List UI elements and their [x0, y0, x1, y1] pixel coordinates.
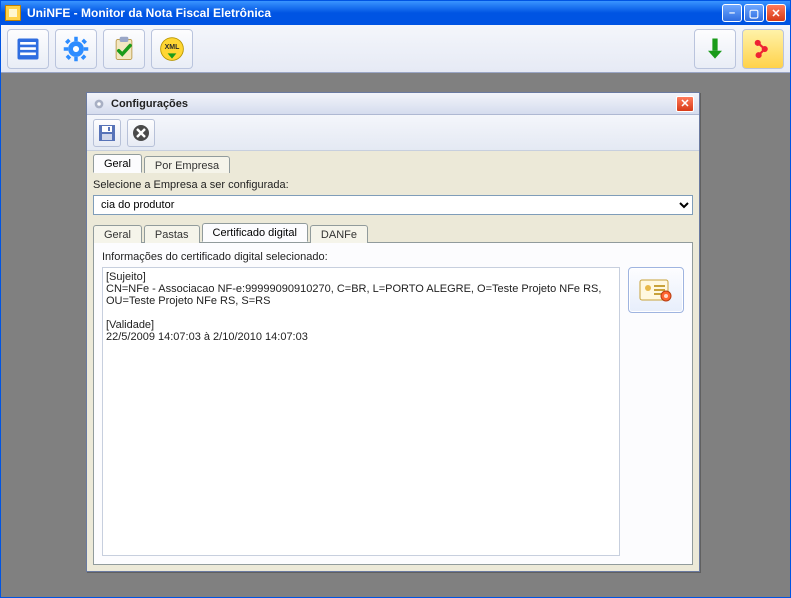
- inner-tab-panel: Informações do certificado digital selec…: [93, 242, 693, 565]
- download-button[interactable]: [694, 29, 736, 69]
- tab-label: Geral: [104, 158, 131, 170]
- mdi-area: Configurações ✕: [1, 73, 790, 597]
- minimize-button[interactable]: –: [722, 4, 742, 22]
- close-button[interactable]: ✕: [766, 4, 786, 22]
- company-select[interactable]: cia do produtor: [93, 195, 693, 215]
- gear-icon: [92, 97, 106, 111]
- tab-label: Por Empresa: [155, 160, 219, 172]
- cancel-button[interactable]: [127, 119, 155, 147]
- exit-button[interactable]: [742, 29, 784, 69]
- window-title: UniNFE - Monitor da Nota Fiscal Eletrôni…: [27, 6, 722, 20]
- select-certificate-button[interactable]: [628, 267, 684, 313]
- download-icon: [701, 35, 729, 63]
- tab-label: DANFe: [321, 229, 357, 241]
- main-window: UniNFE - Monitor da Nota Fiscal Eletrôni…: [0, 0, 791, 598]
- close-circle-icon: [132, 124, 150, 142]
- dialog-toolbar: [87, 115, 699, 151]
- inner-tabstrip: Geral Pastas Certificado digital DANFe: [93, 223, 693, 242]
- app-icon: [5, 5, 21, 21]
- maximize-button[interactable]: ▢: [744, 4, 764, 22]
- tab-danfe[interactable]: DANFe: [310, 225, 368, 243]
- svg-text:XML: XML: [165, 44, 181, 51]
- cert-info-textarea[interactable]: [102, 267, 620, 556]
- dialog-title: Configurações: [111, 98, 676, 110]
- cert-section-label: Informações do certificado digital selec…: [102, 251, 684, 263]
- tab-geral-inner[interactable]: Geral: [93, 225, 142, 243]
- gear-icon: [62, 35, 90, 63]
- xml-button[interactable]: XML: [151, 29, 193, 69]
- form-view-button[interactable]: [7, 29, 49, 69]
- xml-icon: XML: [158, 35, 186, 63]
- outer-tabstrip: Geral Por Empresa: [87, 151, 699, 173]
- validate-button[interactable]: [103, 29, 145, 69]
- main-toolbar: XML: [1, 25, 790, 73]
- tab-label: Pastas: [155, 229, 189, 241]
- certificate-icon: [639, 277, 673, 303]
- titlebar[interactable]: UniNFE - Monitor da Nota Fiscal Eletrôni…: [1, 1, 790, 25]
- tab-pastas[interactable]: Pastas: [144, 225, 200, 243]
- tab-label: Certificado digital: [213, 227, 297, 239]
- form-icon: [14, 35, 42, 63]
- dialog-close-button[interactable]: ✕: [676, 96, 694, 112]
- settings-button[interactable]: [55, 29, 97, 69]
- floppy-icon: [98, 124, 116, 142]
- save-button[interactable]: [93, 119, 121, 147]
- tab-label: Geral: [104, 229, 131, 241]
- dialog-titlebar[interactable]: Configurações ✕: [87, 93, 699, 115]
- company-label: Selecione a Empresa a ser configurada:: [93, 179, 693, 191]
- tab-por-empresa[interactable]: Por Empresa: [144, 156, 230, 174]
- outer-tab-panel: Selecione a Empresa a ser configurada: c…: [87, 173, 699, 571]
- config-dialog: Configurações ✕: [86, 92, 700, 572]
- clipboard-check-icon: [110, 35, 138, 63]
- tab-geral-outer[interactable]: Geral: [93, 154, 142, 173]
- tab-certificado[interactable]: Certificado digital: [202, 223, 308, 242]
- exit-icon: [749, 35, 777, 63]
